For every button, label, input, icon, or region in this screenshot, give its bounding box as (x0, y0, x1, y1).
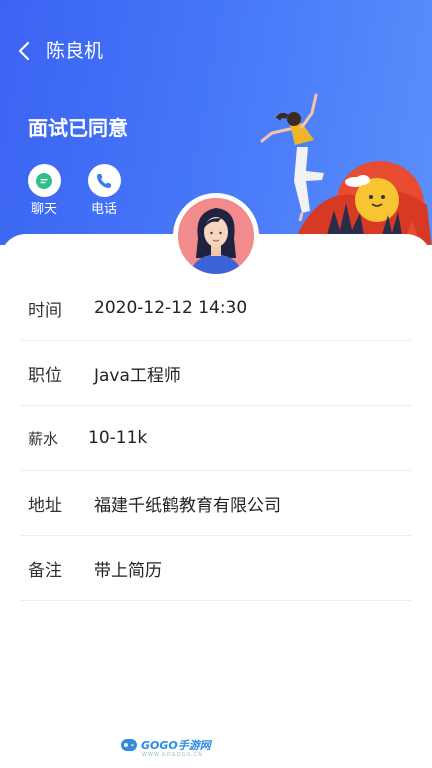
position-label: 职位 (28, 365, 62, 386)
salary-label: 薪水 (28, 429, 59, 448)
interview-status-title: 面试已同意 (28, 116, 128, 140)
time-value: 2020-12-12 14:30 (94, 298, 248, 318)
celebration-illustration (260, 93, 432, 245)
watermark-subtext: WWW.GOGOGO.CN (142, 752, 203, 758)
chat-label: 聊天 (30, 202, 57, 217)
detail-row-note: 备注 带上简历 (20, 536, 412, 601)
address-label: 地址 (28, 495, 62, 516)
interview-details: 时间 2020-12-12 14:30 职位 Java工程师 薪水 10-11k… (0, 276, 432, 601)
detail-row-time: 时间 2020-12-12 14:30 (20, 276, 412, 341)
call-label: 电话 (90, 202, 117, 217)
contact-name: 陈良机 (46, 40, 104, 62)
gamepad-icon (121, 739, 137, 751)
phone-icon (97, 173, 111, 188)
detail-row-position: 职位 Java工程师 (20, 341, 412, 406)
back-button[interactable] (14, 38, 36, 64)
address-value: 福建千纸鹤教育有限公司 (94, 495, 281, 516)
avatar (173, 193, 259, 279)
note-label: 备注 (28, 560, 62, 581)
chevron-left-icon (18, 41, 30, 61)
watermark-text: GOGO手游网 (141, 739, 211, 752)
call-button[interactable]: 电话 (84, 164, 124, 218)
note-value: 带上简历 (94, 560, 162, 581)
salary-value: 10-11k (88, 428, 148, 448)
detail-row-salary: 薪水 10-11k (20, 406, 412, 471)
chat-button[interactable]: 聊天 (24, 164, 64, 218)
position-value: Java工程师 (94, 365, 181, 386)
chat-bubble-icon (36, 172, 52, 189)
watermark-logo: GOGO手游网 WWW.GOGOGO.CN (120, 737, 211, 758)
detail-row-address: 地址 福建千纸鹤教育有限公司 (20, 471, 412, 536)
time-label: 时间 (28, 300, 62, 321)
avatar-illustration (178, 198, 254, 274)
